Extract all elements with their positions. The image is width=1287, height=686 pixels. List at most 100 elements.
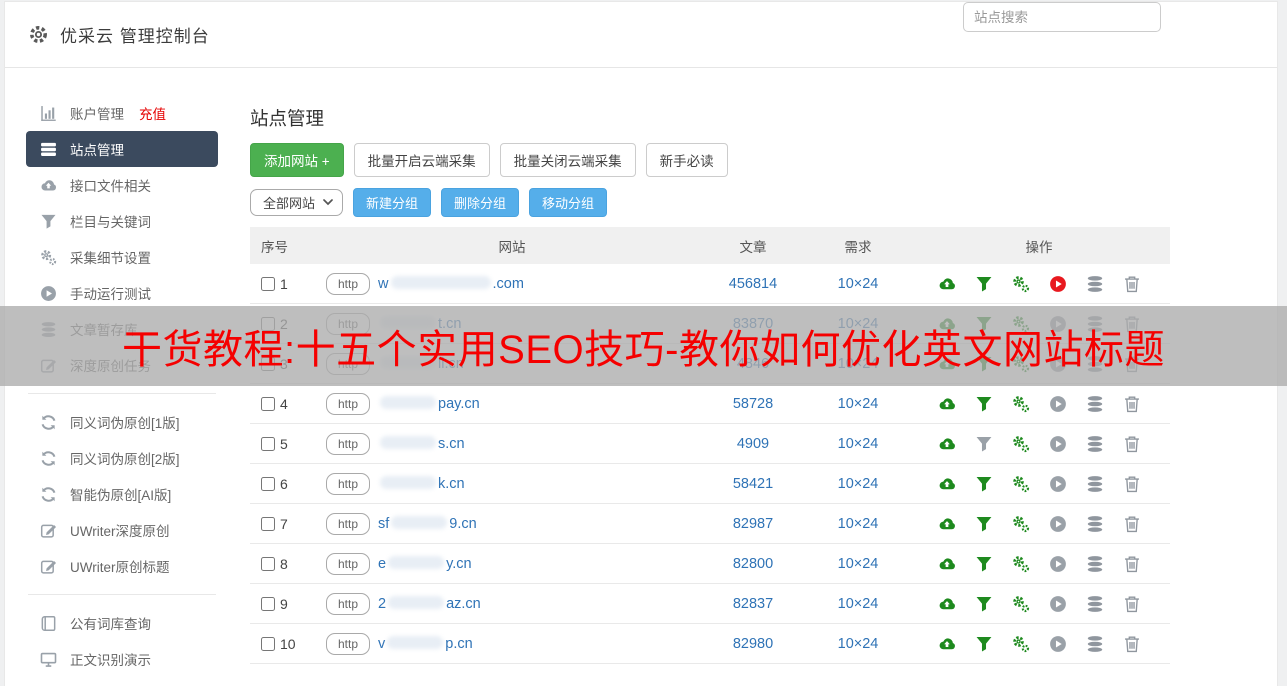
site-domain-link[interactable]: vp.cn: [378, 636, 473, 652]
delete-action-icon[interactable]: [1123, 275, 1141, 293]
cloud-upload-action-icon[interactable]: [938, 435, 956, 453]
new-group-button[interactable]: 新建分组: [353, 188, 431, 217]
site-domain-link[interactable]: w.com: [378, 276, 524, 292]
delete-action-icon[interactable]: [1123, 555, 1141, 573]
site-domain-link[interactable]: pay.cn: [378, 396, 480, 412]
run-action-icon[interactable]: [1049, 595, 1067, 613]
database-action-icon[interactable]: [1086, 515, 1104, 533]
article-count[interactable]: 82800: [698, 556, 808, 572]
sidebar-item-uwriter-original-title[interactable]: UWriter原创标题: [26, 548, 218, 584]
cloud-upload-action-icon[interactable]: [938, 515, 956, 533]
run-action-icon[interactable]: [1049, 395, 1067, 413]
http-button[interactable]: http: [326, 273, 370, 295]
cloud-upload-action-icon[interactable]: [938, 395, 956, 413]
sidebar-item-columns-keywords[interactable]: 栏目与关键词: [26, 203, 218, 239]
run-action-icon[interactable]: [1049, 515, 1067, 533]
http-button[interactable]: http: [326, 593, 370, 615]
add-site-button[interactable]: 添加网站 +: [250, 143, 344, 177]
database-action-icon[interactable]: [1086, 635, 1104, 653]
recharge-badge[interactable]: 充值: [139, 103, 166, 123]
move-group-button[interactable]: 移动分组: [529, 188, 607, 217]
article-count[interactable]: 82837: [698, 596, 808, 612]
cloud-upload-action-icon[interactable]: [938, 595, 956, 613]
filter-action-icon[interactable]: [975, 275, 993, 293]
sidebar-item-content-recognition-demo[interactable]: 正文识别演示: [26, 641, 218, 677]
row-checkbox[interactable]: [261, 637, 275, 651]
site-domain-link[interactable]: ey.cn: [378, 556, 472, 572]
site-search-input[interactable]: [963, 2, 1161, 32]
run-action-icon[interactable]: [1049, 555, 1067, 573]
row-checkbox[interactable]: [261, 397, 275, 411]
delete-action-icon[interactable]: [1123, 435, 1141, 453]
article-count[interactable]: 58728: [698, 396, 808, 412]
delete-action-icon[interactable]: [1123, 395, 1141, 413]
http-button[interactable]: http: [326, 633, 370, 655]
row-checkbox[interactable]: [261, 517, 275, 531]
sidebar-item-account-management[interactable]: 账户管理充值: [26, 95, 218, 131]
sidebar-item-synonym-rewrite-v2[interactable]: 同义词伪原创[2版]: [26, 440, 218, 476]
filter-action-icon[interactable]: [975, 515, 993, 533]
delete-action-icon[interactable]: [1123, 475, 1141, 493]
article-count[interactable]: 58421: [698, 476, 808, 492]
settings-action-icon[interactable]: [1012, 555, 1030, 573]
group-filter-select[interactable]: 全部网站: [250, 189, 343, 216]
filter-action-icon[interactable]: [975, 635, 993, 653]
sidebar-item-site-management[interactable]: 站点管理: [26, 131, 218, 167]
site-domain-link[interactable]: 2az.cn: [378, 596, 481, 612]
http-button[interactable]: http: [326, 433, 370, 455]
sidebar-item-public-lexicon-query[interactable]: 公有词库查询: [26, 605, 218, 641]
run-action-icon[interactable]: [1049, 435, 1067, 453]
row-checkbox[interactable]: [261, 477, 275, 491]
settings-action-icon[interactable]: [1012, 275, 1030, 293]
database-action-icon[interactable]: [1086, 595, 1104, 613]
sidebar-item-uwriter-deep-original[interactable]: UWriter深度原创: [26, 512, 218, 548]
filter-action-icon[interactable]: [975, 555, 993, 573]
delete-action-icon[interactable]: [1123, 595, 1141, 613]
sidebar-item-interface-files[interactable]: 接口文件相关: [26, 167, 218, 203]
database-action-icon[interactable]: [1086, 435, 1104, 453]
article-count[interactable]: 456814: [698, 276, 808, 292]
cloud-upload-action-icon[interactable]: [938, 555, 956, 573]
article-count[interactable]: 4909: [698, 436, 808, 452]
sidebar-item-collection-settings[interactable]: 采集细节设置: [26, 239, 218, 275]
settings-action-icon[interactable]: [1012, 395, 1030, 413]
database-action-icon[interactable]: [1086, 475, 1104, 493]
filter-action-icon[interactable]: [975, 475, 993, 493]
delete-action-icon[interactable]: [1123, 635, 1141, 653]
batch-close-cloud-collect-button[interactable]: 批量关闭云端采集: [500, 143, 636, 177]
filter-action-icon[interactable]: [975, 435, 993, 453]
sidebar-item-ai-rewrite[interactable]: 智能伪原创[AI版]: [26, 476, 218, 512]
newbie-guide-button[interactable]: 新手必读: [646, 143, 728, 177]
http-button[interactable]: http: [326, 473, 370, 495]
delete-group-button[interactable]: 删除分组: [441, 188, 519, 217]
filter-action-icon[interactable]: [975, 395, 993, 413]
database-action-icon[interactable]: [1086, 555, 1104, 573]
run-action-icon[interactable]: [1049, 275, 1067, 293]
settings-action-icon[interactable]: [1012, 595, 1030, 613]
sidebar-item-synonym-rewrite-v1[interactable]: 同义词伪原创[1版]: [26, 404, 218, 440]
row-checkbox[interactable]: [261, 557, 275, 571]
settings-action-icon[interactable]: [1012, 515, 1030, 533]
run-action-icon[interactable]: [1049, 475, 1067, 493]
cloud-upload-action-icon[interactable]: [938, 275, 956, 293]
article-count[interactable]: 82987: [698, 516, 808, 532]
http-button[interactable]: http: [326, 553, 370, 575]
filter-action-icon[interactable]: [975, 595, 993, 613]
row-checkbox[interactable]: [261, 277, 275, 291]
row-checkbox[interactable]: [261, 437, 275, 451]
run-action-icon[interactable]: [1049, 635, 1067, 653]
settings-action-icon[interactable]: [1012, 435, 1030, 453]
site-domain-link[interactable]: s.cn: [378, 436, 465, 452]
http-button[interactable]: http: [326, 513, 370, 535]
cloud-upload-action-icon[interactable]: [938, 635, 956, 653]
batch-open-cloud-collect-button[interactable]: 批量开启云端采集: [354, 143, 490, 177]
site-domain-link[interactable]: k.cn: [378, 476, 465, 492]
database-action-icon[interactable]: [1086, 275, 1104, 293]
delete-action-icon[interactable]: [1123, 515, 1141, 533]
row-checkbox[interactable]: [261, 597, 275, 611]
cloud-upload-action-icon[interactable]: [938, 475, 956, 493]
article-count[interactable]: 82980: [698, 636, 808, 652]
settings-action-icon[interactable]: [1012, 635, 1030, 653]
settings-action-icon[interactable]: [1012, 475, 1030, 493]
site-domain-link[interactable]: sf9.cn: [378, 516, 477, 532]
